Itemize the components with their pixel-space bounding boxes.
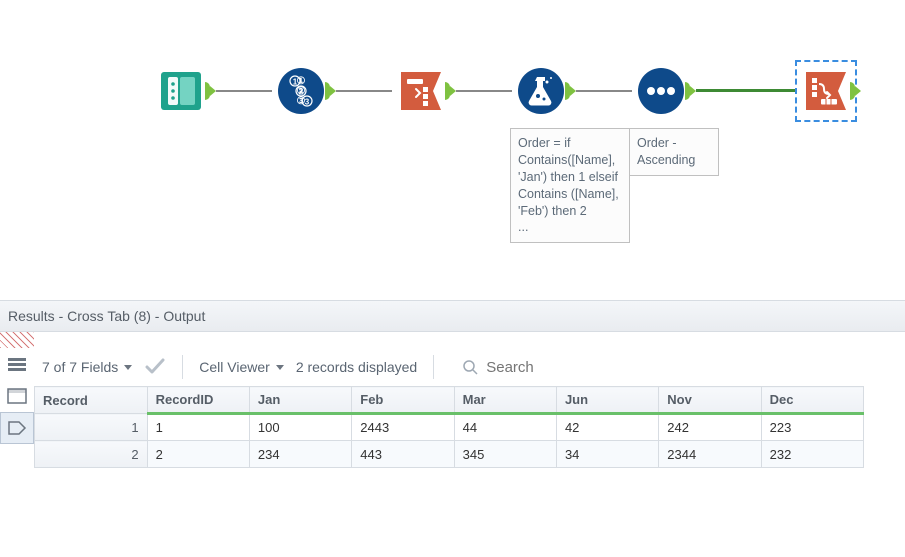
cell[interactable]: 443 <box>352 441 454 468</box>
tool-transpose[interactable] <box>395 65 447 117</box>
toolbar-separator <box>433 355 434 379</box>
table-row[interactable]: 2 2 234 443 345 34 2344 232 <box>35 441 864 468</box>
results-toolbar: 7 of 7 Fields Cell Viewer 2 records disp… <box>0 348 905 386</box>
cell-viewer-dropdown[interactable]: Cell Viewer <box>199 359 284 375</box>
cell-viewer-label: Cell Viewer <box>199 359 270 375</box>
row-index-cell: 1 <box>35 414 148 441</box>
check-icon[interactable] <box>144 358 166 376</box>
tool-formula-annotation[interactable]: Order = if Contains([Name], 'Jan') then … <box>510 128 630 243</box>
tool-cross-tab[interactable] <box>800 65 852 117</box>
connector <box>216 90 272 92</box>
tool-sort-output-port[interactable] <box>685 82 695 100</box>
connector <box>336 90 392 92</box>
cell[interactable]: 2 <box>147 441 249 468</box>
workflow-canvas[interactable]: ① ② ③ 1 2 3 <box>0 0 905 300</box>
tool-input-data[interactable] <box>155 65 207 117</box>
results-title: Results - Cross Tab (8) - Output <box>0 301 905 332</box>
cell[interactable]: 223 <box>761 414 863 441</box>
column-header[interactable]: Record <box>35 387 148 414</box>
cell[interactable]: 44 <box>454 414 556 441</box>
svg-text:3: 3 <box>305 98 310 107</box>
view-mode-tag-icon[interactable] <box>0 412 34 444</box>
cell[interactable]: 42 <box>556 414 658 441</box>
tool-input-data-output-port[interactable] <box>205 82 215 100</box>
results-grid[interactable]: Record RecordID Jan Feb Mar Jun Nov Dec … <box>34 386 864 468</box>
tool-formula[interactable] <box>515 65 567 117</box>
cell[interactable]: 34 <box>556 441 658 468</box>
cell[interactable]: 345 <box>454 441 556 468</box>
connector <box>576 90 632 92</box>
cell[interactable]: 242 <box>659 414 761 441</box>
tool-cross-tab-output-port[interactable] <box>850 82 860 100</box>
search-icon <box>462 359 478 375</box>
column-header[interactable]: RecordID <box>147 387 249 414</box>
table-header-row: Record RecordID Jan Feb Mar Jun Nov Dec <box>35 387 864 414</box>
tool-transpose-output-port[interactable] <box>445 82 455 100</box>
table-row[interactable]: 1 1 100 2443 44 42 242 223 <box>35 414 864 441</box>
column-header[interactable]: Jun <box>556 387 658 414</box>
tool-formula-output-port[interactable] <box>565 82 575 100</box>
search-box[interactable] <box>462 359 626 376</box>
row-index-cell: 2 <box>35 441 148 468</box>
gutter-hatch <box>0 332 34 348</box>
column-header[interactable]: Mar <box>454 387 556 414</box>
caret-down-icon <box>124 365 132 370</box>
column-header[interactable]: Nov <box>659 387 761 414</box>
search-input[interactable] <box>486 359 626 376</box>
tool-record-id-output-port[interactable] <box>325 82 335 100</box>
fields-dropdown-label: 7 of 7 Fields <box>42 359 118 375</box>
tool-sort[interactable] <box>635 65 687 117</box>
tool-sort-annotation[interactable]: Order - Ascending <box>629 128 719 176</box>
cell[interactable]: 100 <box>249 414 351 441</box>
fields-dropdown[interactable]: 7 of 7 Fields <box>42 359 132 375</box>
column-header[interactable]: Jan <box>249 387 351 414</box>
column-header[interactable]: Feb <box>352 387 454 414</box>
records-count-label: 2 records displayed <box>296 359 417 375</box>
cell[interactable]: 2344 <box>659 441 761 468</box>
cell[interactable]: 232 <box>761 441 863 468</box>
caret-down-icon <box>276 365 284 370</box>
tool-record-id[interactable]: ① ② ③ 1 2 3 <box>275 65 327 117</box>
cell[interactable]: 234 <box>249 441 351 468</box>
cell[interactable]: 1 <box>147 414 249 441</box>
column-header[interactable]: Dec <box>761 387 863 414</box>
connector <box>456 90 512 92</box>
cell[interactable]: 2443 <box>352 414 454 441</box>
results-pane: Results - Cross Tab (8) - Output 7 of 7 … <box>0 300 905 468</box>
connector-selected <box>696 89 796 92</box>
svg-text:1: 1 <box>293 78 298 87</box>
svg-text:2: 2 <box>299 88 304 97</box>
toolbar-separator <box>182 355 183 379</box>
